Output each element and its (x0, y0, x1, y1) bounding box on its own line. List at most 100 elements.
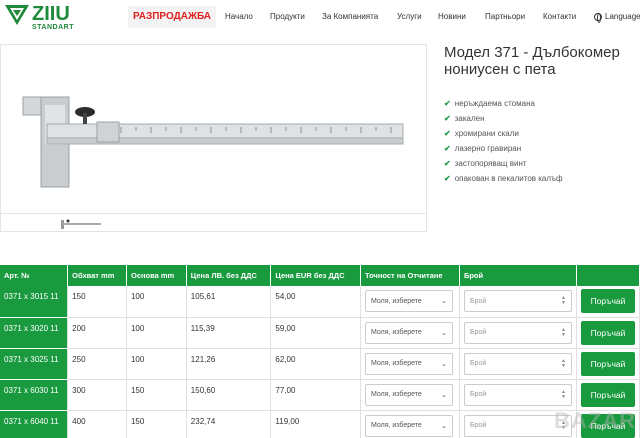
accuracy-select[interactable]: Моля, изберете ⌄ (364, 414, 453, 437)
cell-art: 0371 x 3020 11 (0, 317, 69, 349)
quantity-placeholder: Брой (469, 297, 487, 305)
cell-range: 300 (67, 379, 127, 411)
select-placeholder: Моля, изберете (370, 422, 422, 429)
nav-home[interactable]: Начало (225, 6, 253, 28)
cell-art: 0371 x 6040 11 (0, 410, 69, 438)
check-icon: ✔ (444, 114, 451, 123)
cell-base: 100 (126, 286, 187, 318)
cell-action: Поръчай (576, 317, 640, 349)
quantity-input[interactable]: Брой ▲ ▼ (463, 321, 572, 344)
spinner-icon[interactable]: ▲ ▼ (561, 389, 566, 400)
header-base: Основа mm (126, 265, 187, 286)
watermark-logo: BAZAR (554, 408, 636, 433)
select-placeholder: Моля, изберете (370, 329, 422, 336)
cell-price-bgn: 121,26 (186, 348, 272, 380)
table-row: 0371 x 3015 11 150 100 105,61 54,00 Моля, изб… (0, 286, 640, 318)
nav-news[interactable]: Новини (438, 6, 466, 28)
cell-price-eur: 59,00 (270, 317, 361, 349)
nav-services[interactable]: Услуги (397, 6, 422, 28)
feature-item: ✔ закален (444, 111, 563, 126)
spinner-icon[interactable]: ▲ ▼ (561, 358, 566, 369)
depth-gauge-image (22, 96, 404, 188)
cell-base: 100 (126, 348, 187, 380)
chevron-down-icon: ⌄ (441, 329, 447, 337)
chevron-down-icon: ⌄ (441, 298, 447, 305)
feature-item: ✔ застопоряващ винт (444, 156, 563, 171)
cell-range: 400 (67, 410, 127, 438)
select-placeholder: Моля, изберете (370, 360, 422, 367)
feature-text: хромирани скали (454, 129, 519, 138)
cell-base: 150 (126, 379, 187, 411)
accuracy-select[interactable]: Моля, изберете ⌄ (364, 352, 453, 375)
accuracy-select[interactable]: Моля, изберете ⌄ (364, 321, 453, 344)
order-button[interactable]: Поръчай (580, 320, 635, 345)
header-art: Арт. № (0, 265, 69, 286)
quantity-input[interactable]: Брой ▲ ▼ (463, 290, 572, 312)
order-button[interactable]: Поръчай (580, 289, 635, 313)
cell-price-bgn: 232,74 (186, 410, 272, 438)
table-row: 0371 x 6040 11 400 150 232,74 119,00 Моля, из… (0, 410, 640, 438)
cell-quantity: Брой ▲ ▼ (459, 348, 577, 380)
feature-item: ✔ хромирани скали (444, 126, 563, 141)
nav-about[interactable]: За Компанията (322, 6, 378, 28)
cell-price-bgn: 150,60 (186, 379, 272, 411)
cell-quantity: Брой ▲ ▼ (459, 379, 577, 411)
spinner-icon[interactable]: ▲ ▼ (561, 296, 566, 306)
quantity-placeholder: Брой (469, 422, 487, 429)
feature-text: закален (454, 114, 485, 123)
cell-price-eur: 62,00 (270, 348, 361, 380)
price-table: Арт. № Обхват mm Основа mm Цена ЛВ. без … (0, 265, 640, 438)
cell-base: 100 (126, 317, 187, 349)
cell-art: 0371 x 3015 11 (0, 286, 69, 318)
cell-art: 0371 x 6030 11 (0, 379, 69, 411)
language-selector[interactable]: Language (594, 6, 640, 28)
product-image-gallery (0, 44, 427, 232)
cell-range: 250 (67, 348, 127, 380)
accuracy-select[interactable]: Моля, изберете ⌄ (364, 383, 453, 406)
product-thumbnail[interactable] (59, 217, 103, 231)
select-placeholder: Моля, изберете (370, 391, 422, 398)
feature-item: ✔ опакован в пекалитов калъф (444, 171, 563, 186)
quantity-input[interactable]: Брой ▲ ▼ (463, 352, 572, 375)
quantity-input[interactable]: Брой ▲ ▼ (463, 383, 572, 406)
product-title: Модел 371 - Дълбокомер нониусен с пета (444, 44, 620, 78)
sale-button[interactable]: РАЗПРОДАЖБА (128, 6, 216, 28)
cell-range: 150 (67, 286, 127, 318)
cell-quantity: Брой ▲ ▼ (459, 286, 577, 318)
nav-products[interactable]: Продукти (270, 6, 305, 28)
cell-accuracy: Моля, изберете ⌄ (360, 379, 460, 411)
table-row: 0371 x 6030 11 300 150 150,60 77,00 Моля, изб… (0, 379, 640, 411)
site-header: ZIIU STANDART РАЗПРОДАЖБА Начало Продукт… (0, 0, 640, 36)
cell-art: 0371 x 3025 11 (0, 348, 69, 380)
chevron-down-icon: ⌄ (441, 360, 447, 368)
order-button[interactable]: Поръчай (580, 351, 635, 376)
language-label: Language (605, 12, 640, 21)
table-header-row: Арт. № Обхват mm Основа mm Цена ЛВ. без … (0, 265, 640, 286)
feature-item: ✔ лазерно гравиран (444, 141, 563, 156)
logo-text: ZIIU (32, 3, 70, 25)
feature-item: ✔ неръждаема стомана (444, 96, 563, 111)
accuracy-select[interactable]: Моля, изберете ⌄ (364, 290, 453, 312)
table-row: 0371 x 3020 11 200 100 115,39 59,00 Моля, изб… (0, 317, 640, 349)
nav-contacts[interactable]: Контакти (543, 6, 576, 28)
header-range: Обхват mm (67, 265, 127, 286)
cell-action: Поръчай (576, 286, 640, 318)
cell-accuracy: Моля, изберете ⌄ (360, 348, 460, 380)
feature-text: лазерно гравиран (454, 144, 522, 153)
order-button[interactable]: Поръчай (580, 382, 635, 407)
cell-accuracy: Моля, изберете ⌄ (360, 317, 460, 349)
nav-partners[interactable]: Партньори (485, 6, 525, 28)
cell-price-eur: 77,00 (270, 379, 361, 411)
logo-subtext: STANDART (32, 24, 74, 31)
company-logo[interactable]: ZIIU STANDART (4, 3, 88, 35)
cell-accuracy: Моля, изберете ⌄ (360, 410, 460, 438)
cell-action: Поръчай (576, 348, 640, 380)
cell-price-bgn: 115,39 (186, 317, 272, 349)
spinner-icon[interactable]: ▲ ▼ (561, 327, 566, 338)
cell-action: Поръчай (576, 379, 640, 411)
feature-text: опакован в пекалитов калъф (454, 174, 563, 183)
quantity-placeholder: Брой (469, 329, 487, 336)
gallery-divider (1, 213, 426, 214)
feature-text: неръждаема стомана (454, 99, 535, 108)
cell-range: 200 (67, 317, 127, 349)
